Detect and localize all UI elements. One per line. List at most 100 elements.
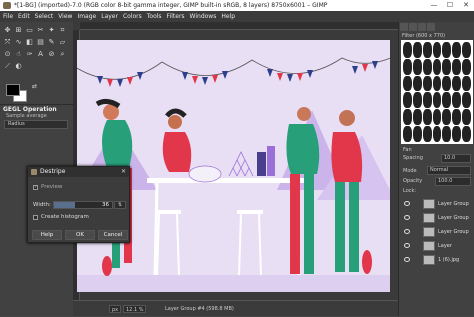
plant bbox=[102, 250, 372, 276]
align-tool-icon[interactable]: ⊞ bbox=[14, 26, 23, 35]
width-stepper[interactable]: ⇅ bbox=[114, 201, 126, 209]
layer-row[interactable]: Layer Group bbox=[401, 198, 473, 210]
menu-help[interactable]: Help bbox=[221, 11, 235, 22]
horizontal-ruler[interactable] bbox=[80, 22, 398, 30]
width-slider-fill bbox=[54, 202, 75, 208]
bunting-string bbox=[77, 57, 390, 80]
food-cloche bbox=[188, 165, 222, 183]
smudge-tool-icon[interactable]: ☝ bbox=[14, 50, 23, 59]
width-slider[interactable]: 36 bbox=[53, 201, 113, 209]
clone-tool-icon[interactable]: ⊙ bbox=[3, 50, 12, 59]
cancel-button[interactable]: Cancel bbox=[98, 230, 128, 240]
figure-green bbox=[102, 120, 133, 168]
lock-label: Lock: bbox=[403, 188, 417, 194]
dialog-close-icon[interactable]: ✕ bbox=[121, 167, 126, 177]
menu-layer[interactable]: Layer bbox=[101, 11, 118, 22]
zoom-tool-icon[interactable]: ⌕ bbox=[58, 50, 67, 59]
close-button[interactable]: ✕ bbox=[458, 0, 474, 11]
paintbrush-icon[interactable]: ✎ bbox=[47, 38, 56, 47]
layer-thumbnail bbox=[423, 227, 435, 237]
move-tool-icon[interactable]: ✥ bbox=[3, 26, 12, 35]
patterns-tab-icon[interactable] bbox=[409, 23, 417, 31]
opacity-field[interactable]: 100.0 bbox=[435, 177, 471, 186]
path-tool-icon[interactable]: ✑ bbox=[25, 50, 34, 59]
fonts-tab-icon[interactable] bbox=[418, 23, 426, 31]
maximize-button[interactable]: ☐ bbox=[442, 0, 458, 11]
menu-windows[interactable]: Windows bbox=[190, 11, 217, 22]
brush-name: Fan bbox=[403, 147, 412, 153]
document-history-tab-icon[interactable] bbox=[427, 23, 435, 31]
menu-tools[interactable]: Tools bbox=[147, 11, 162, 22]
dodge-tool-icon[interactable]: ◐ bbox=[14, 62, 23, 71]
layer-name: Layer Group bbox=[438, 201, 469, 207]
ok-button[interactable]: OK bbox=[65, 230, 95, 240]
text-tool-icon[interactable]: A bbox=[36, 50, 45, 59]
layer-name: Layer Group bbox=[438, 215, 469, 221]
layer-row[interactable]: 1 (6).jpg bbox=[401, 254, 473, 266]
window-title: *[1-BG] (imported)-7.0 (RGB color 8-bit … bbox=[14, 2, 328, 9]
toolbox: ✥ ⊞ ▭ ✂ ✦ ⌗ ⤧ ∿ ◧ ▤ ✎ ▱ ⊙ ☝ ✑ A ⊘ ⌕ ⟋ ◐ … bbox=[0, 22, 73, 106]
brush-grid[interactable] bbox=[401, 40, 473, 144]
rect-select-icon[interactable]: ▭ bbox=[25, 26, 34, 35]
color-picker-icon[interactable]: ⊘ bbox=[47, 50, 56, 59]
gimp-logo-icon bbox=[3, 2, 11, 9]
menu-filters[interactable]: Filters bbox=[167, 11, 185, 22]
eye-icon[interactable] bbox=[404, 257, 410, 262]
eye-icon[interactable] bbox=[404, 215, 410, 220]
brush-filter-label: Filter (600 x 770) bbox=[402, 33, 446, 39]
eye-icon[interactable] bbox=[404, 243, 410, 248]
foreground-color-swatch[interactable] bbox=[6, 84, 20, 96]
minimize-button[interactable]: — bbox=[426, 0, 442, 11]
menu-image[interactable]: Image bbox=[77, 11, 96, 22]
create-histogram-label: Create histogram bbox=[41, 214, 89, 220]
menu-colors[interactable]: Colors bbox=[123, 11, 142, 22]
fuzzy-select-icon[interactable]: ✦ bbox=[47, 26, 56, 35]
gradient-tool-icon[interactable]: ▤ bbox=[36, 38, 45, 47]
measure-tool-icon[interactable]: ⟋ bbox=[3, 62, 12, 71]
stool bbox=[237, 210, 263, 214]
free-select-icon[interactable]: ✂ bbox=[36, 26, 45, 35]
create-histogram-checkbox[interactable] bbox=[33, 215, 38, 220]
tool-options-subtitle: Sample average bbox=[6, 113, 47, 119]
menu-select[interactable]: Select bbox=[35, 11, 54, 22]
zoom-select[interactable]: 12.1 % bbox=[123, 305, 147, 313]
bottle bbox=[257, 152, 266, 176]
ground bbox=[77, 275, 390, 292]
help-button[interactable]: Help bbox=[32, 230, 62, 240]
width-label: Width: bbox=[33, 202, 51, 208]
layer-thumbnail bbox=[423, 213, 435, 223]
bottle bbox=[267, 146, 275, 176]
radius-field[interactable]: Radius bbox=[4, 120, 68, 129]
transform-tool-icon[interactable]: ⤧ bbox=[3, 38, 12, 47]
menu-edit[interactable]: Edit bbox=[18, 11, 30, 22]
spacing-field[interactable]: 10.0 bbox=[441, 154, 471, 163]
window-controls: — ☐ ✕ bbox=[426, 0, 474, 11]
layer-row[interactable]: Layer Group bbox=[401, 226, 473, 238]
statusbar: px 12.1 % Layer Group #4 (598.8 MB) bbox=[73, 300, 398, 316]
warp-tool-icon[interactable]: ∿ bbox=[14, 38, 23, 47]
layer-thumbnail bbox=[423, 199, 435, 209]
right-dock: Filter (600 x 770) Fan Spacing 10.0 Mode… bbox=[398, 22, 474, 316]
eye-icon[interactable] bbox=[404, 201, 410, 206]
fill-tool-icon[interactable]: ◧ bbox=[25, 38, 34, 47]
layer-row[interactable]: Layer bbox=[401, 240, 473, 252]
layer-info: Layer Group #4 (598.8 MB) bbox=[165, 306, 234, 312]
mode-select[interactable]: Normal bbox=[427, 166, 471, 175]
spacing-label: Spacing bbox=[403, 155, 423, 161]
layer-row[interactable]: Layer Group bbox=[401, 212, 473, 224]
width-value: 36 bbox=[102, 202, 109, 208]
eye-icon[interactable] bbox=[404, 229, 410, 234]
crop-tool-icon[interactable]: ⌗ bbox=[58, 26, 67, 35]
preview-checkbox[interactable]: ✓ bbox=[33, 185, 38, 190]
eraser-icon[interactable]: ▱ bbox=[58, 38, 67, 47]
unit-select[interactable]: px bbox=[109, 305, 122, 313]
tool-options-title: GEGL Operation bbox=[3, 106, 57, 113]
window-titlebar: *[1-BG] (imported)-7.0 (RGB color 8-bit … bbox=[0, 0, 474, 11]
dialog-titlebar[interactable]: Destripe ✕ bbox=[28, 167, 129, 177]
layer-name: Layer bbox=[438, 243, 452, 249]
brushes-tab-icon[interactable] bbox=[400, 23, 408, 31]
menu-view[interactable]: View bbox=[58, 11, 72, 22]
layer-name: Layer Group bbox=[438, 229, 469, 235]
menu-file[interactable]: File bbox=[3, 11, 13, 22]
swap-colors-icon[interactable]: ⇄ bbox=[30, 82, 39, 91]
